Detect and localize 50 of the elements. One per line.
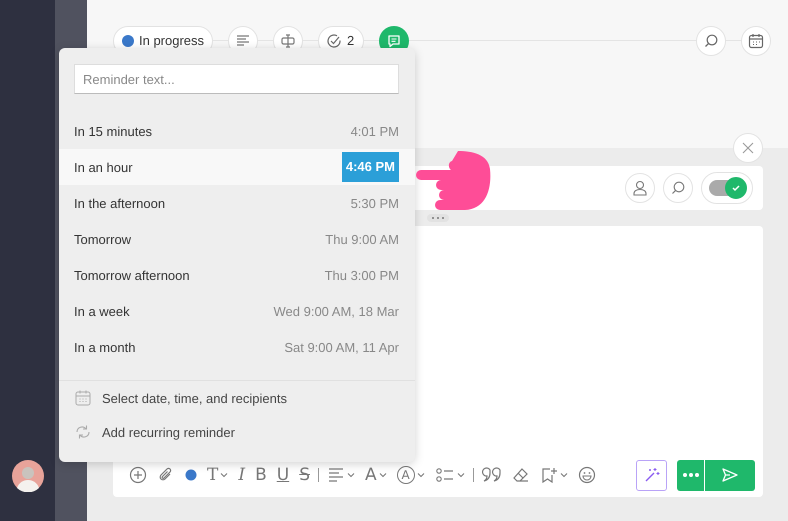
reminder-option[interactable]: In a week Wed 9:00 AM, 18 Mar (59, 293, 415, 329)
chevron-icon (220, 472, 228, 478)
repeat-icon (74, 423, 92, 441)
chevron-icon (416, 472, 425, 478)
reminder-time: Sat 9:00 AM, 11 Apr (284, 340, 399, 354)
chevron-icon (346, 472, 355, 478)
pointing-hand-icon (416, 149, 491, 212)
font-size-button[interactable]: A (362, 461, 389, 489)
bookmark-plus-icon (540, 466, 558, 484)
calendar-icon (74, 389, 92, 407)
close-icon (742, 142, 754, 154)
reminder-time: Thu 3:00 PM (324, 268, 399, 282)
person-icon[interactable] (625, 173, 655, 203)
checkmark-icon (731, 183, 741, 193)
chevron-icon (378, 472, 387, 478)
chevron-icon (560, 472, 568, 478)
reminder-option[interactable]: In an hour 4:46 PM (59, 149, 415, 185)
reminder-action[interactable]: Select date, time, and recipients (59, 381, 415, 415)
more-icon (682, 473, 698, 477)
reminder-time: Thu 9:00 AM (325, 232, 399, 246)
resize-handle-icon[interactable] (426, 214, 448, 222)
italic-button[interactable]: I (236, 461, 248, 489)
reminder-option[interactable]: In a month Sat 9:00 AM, 11 Apr (59, 329, 415, 365)
bullet-list-icon (434, 467, 455, 483)
reminder-option[interactable]: In the afternoon 5:30 PM (59, 185, 415, 221)
search-icon[interactable] (663, 173, 693, 203)
more-button[interactable] (677, 460, 705, 490)
reminder-time: 4:46 PM (342, 152, 399, 182)
bold-button[interactable]: B (253, 461, 269, 489)
font-button[interactable]: T (205, 461, 230, 489)
align-left-icon (326, 467, 345, 483)
reminder-action[interactable]: Add recurring reminder (59, 415, 415, 449)
chevron-icon (456, 472, 465, 478)
reminder-text-field[interactable]: Reminder text... (74, 64, 399, 94)
reminder-option[interactable]: Tomorrow Thu 9:00 AM (59, 221, 415, 257)
send-button[interactable] (705, 460, 755, 490)
avatar[interactable] (12, 460, 44, 492)
underline-button[interactable]: U (274, 461, 292, 489)
reminder-option[interactable]: In 15 minutes 4:01 PM (59, 113, 415, 149)
reminder-time: 5:30 PM (350, 196, 399, 210)
reminder-time: Wed 9:00 AM, 18 Mar (274, 304, 399, 318)
check-circle-icon (326, 32, 342, 48)
magic-wand-button[interactable] (636, 460, 667, 490)
reminder-option[interactable]: Tomorrow afternoon Thu 3:00 PM (59, 257, 415, 293)
calendar-icon[interactable] (741, 26, 771, 56)
send-icon (721, 467, 739, 483)
toggle-switch[interactable] (701, 172, 753, 204)
reminder-time: 4:01 PM (350, 124, 399, 138)
strikethrough-button[interactable]: S (297, 461, 312, 489)
search-icon[interactable] (696, 26, 726, 56)
